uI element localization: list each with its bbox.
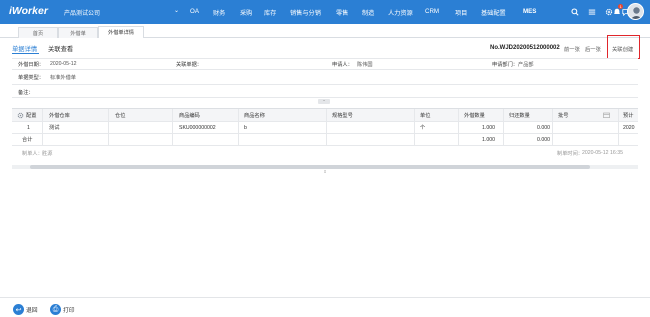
company-selector[interactable]: 产品测试公司 bbox=[64, 8, 100, 17]
print-button[interactable]: ⎙ 打印 bbox=[50, 304, 75, 315]
scrollbar-thumb[interactable] bbox=[30, 165, 590, 169]
item-table: 配置 外借仓库 仓位 商品编码 商品名称 规格型号 单位 外借数量 归还数量 批… bbox=[12, 108, 638, 173]
column-divider bbox=[326, 109, 327, 146]
header-borrow-qty: 外借数量 bbox=[464, 112, 485, 119]
table-header-row: 配置 外借仓库 仓位 商品编码 商品名称 规格型号 单位 外借数量 归还数量 批… bbox=[12, 109, 638, 122]
search-icon[interactable] bbox=[569, 6, 581, 18]
active-tab-indicator bbox=[12, 53, 39, 54]
column-divider bbox=[414, 109, 415, 146]
nav-crm[interactable]: CRM bbox=[425, 8, 439, 15]
chevron-down-icon[interactable]: ⌄ bbox=[174, 7, 179, 14]
column-divider bbox=[238, 109, 239, 146]
nav-inventory[interactable]: 库存 bbox=[264, 8, 276, 17]
back-icon: ↩ bbox=[13, 304, 24, 315]
cell-borrow-qty: 1.000 bbox=[482, 124, 495, 131]
nav-project[interactable]: 项目 bbox=[455, 8, 467, 17]
nav-retail[interactable]: 零售 bbox=[336, 8, 348, 17]
nav-sales[interactable]: 销售与分销 bbox=[290, 8, 321, 17]
nav-base-config[interactable]: 基础配置 bbox=[481, 8, 506, 17]
creator-label: 制单人： bbox=[22, 150, 43, 157]
bell-icon[interactable]: 1 bbox=[611, 4, 624, 18]
borrow-date-value: 2020-05-12 bbox=[50, 61, 77, 67]
cell-product-name: b bbox=[244, 124, 247, 131]
menu-icon[interactable] bbox=[586, 6, 598, 18]
doc-type-label: 单据类型： bbox=[18, 75, 44, 81]
back-button[interactable]: ↩ 退回 bbox=[13, 304, 38, 315]
tab-borrow-detail[interactable]: 外借单详情 bbox=[98, 26, 144, 38]
remark-label: 备注： bbox=[18, 90, 34, 96]
cell-return-qty: 0.000 bbox=[537, 124, 550, 131]
cell-sku: SKU000000002 bbox=[179, 124, 216, 131]
header-sku: 商品编码 bbox=[179, 112, 200, 119]
cell-warehouse: 测试 bbox=[49, 125, 60, 131]
top-navigation-bar: iWorker 产品测试公司 ⌄ OA 财务 采购 库存 销售与分销 零售 制造… bbox=[0, 0, 650, 24]
doc-type-value: 标准外借单 bbox=[50, 75, 76, 81]
document-number: No.WJD20200512000002 bbox=[490, 45, 560, 51]
related-doc-label: 关联单据： bbox=[176, 62, 202, 68]
column-divider bbox=[108, 109, 109, 146]
summary-label: 合计 bbox=[22, 137, 33, 143]
table-footer: 制单人： 胜源 制单时间： 2020-05-12 16:35 bbox=[12, 146, 638, 160]
print-icon: ⎙ bbox=[50, 304, 61, 315]
previous-button[interactable]: 前一张 bbox=[564, 45, 580, 53]
column-divider bbox=[42, 109, 43, 146]
cell-unit: 个 bbox=[420, 125, 426, 131]
page-tab-strip: 首页 外借单 外借单详情 bbox=[0, 24, 650, 38]
summary-borrow-qty: 1.000 bbox=[482, 136, 495, 143]
column-divider bbox=[503, 109, 504, 146]
collapse-toggle[interactable]: ⌃ bbox=[318, 99, 330, 104]
header-product-name: 商品名称 bbox=[244, 112, 265, 119]
form-divider bbox=[12, 69, 638, 70]
applicant-value: 陈伟国 bbox=[357, 62, 373, 68]
tab-home[interactable]: 首页 bbox=[18, 27, 58, 38]
summary-return-qty: 0.000 bbox=[537, 136, 550, 143]
column-divider bbox=[618, 109, 619, 146]
calendar-icon[interactable] bbox=[603, 109, 610, 121]
form-divider bbox=[12, 58, 638, 59]
next-button[interactable]: 后一张 bbox=[585, 45, 601, 53]
header-warehouse: 外借仓库 bbox=[49, 112, 70, 119]
nav-purchase[interactable]: 采购 bbox=[240, 8, 252, 17]
bottom-divider bbox=[0, 297, 650, 298]
header-location: 仓位 bbox=[115, 112, 126, 119]
nav-oa[interactable]: OA bbox=[190, 8, 199, 15]
form-divider bbox=[12, 97, 638, 98]
tab-borrow-list[interactable]: 外借单 bbox=[58, 27, 98, 38]
column-settings-icon[interactable] bbox=[17, 109, 24, 121]
dept-value: 产品部 bbox=[518, 62, 534, 68]
cell-index: 1 bbox=[27, 124, 30, 131]
created-time-value: 2020-05-12 16:35 bbox=[582, 150, 623, 156]
highlight-box bbox=[607, 35, 640, 59]
summary-row: 合计 1.000 0.000 bbox=[12, 134, 638, 146]
nav-manufacturing[interactable]: 制造 bbox=[362, 8, 374, 17]
header-expected: 预计 bbox=[623, 112, 634, 119]
header-unit: 单位 bbox=[420, 112, 431, 119]
nav-hr[interactable]: 人力资源 bbox=[388, 8, 413, 17]
dept-label: 申请部门： bbox=[492, 62, 518, 68]
tab-document-detail[interactable]: 单据详情 bbox=[12, 44, 37, 53]
column-divider bbox=[552, 109, 553, 146]
app-logo[interactable]: iWorker bbox=[9, 5, 48, 17]
column-divider bbox=[458, 109, 459, 146]
resize-handle[interactable]: ⇕ bbox=[318, 170, 332, 174]
avatar[interactable] bbox=[627, 3, 644, 20]
table-row[interactable]: 1 测试 SKU000000002 b 个 1.000 0.000 2020 bbox=[12, 122, 638, 134]
nav-finance[interactable]: 财务 bbox=[213, 8, 225, 17]
column-divider bbox=[172, 109, 173, 146]
header-batch: 批号 bbox=[558, 112, 569, 119]
creator-value: 胜源 bbox=[42, 150, 53, 157]
back-label: 退回 bbox=[26, 308, 38, 314]
borrow-date-label: 外借日期： bbox=[18, 62, 44, 68]
notification-badge: 1 bbox=[618, 4, 624, 9]
header-return-qty: 归还数量 bbox=[509, 112, 530, 119]
applicant-label: 申请人： bbox=[332, 62, 353, 68]
header-spec: 规格型号 bbox=[332, 112, 353, 119]
created-time-label: 制单时间： bbox=[557, 150, 583, 157]
cell-expected: 2020 bbox=[623, 124, 635, 131]
header-config: 配置 bbox=[26, 112, 37, 119]
tab-related-view[interactable]: 关联查看 bbox=[48, 44, 73, 53]
print-label: 打印 bbox=[63, 308, 75, 314]
nav-mes[interactable]: MES bbox=[523, 8, 536, 15]
form-divider bbox=[12, 84, 638, 85]
